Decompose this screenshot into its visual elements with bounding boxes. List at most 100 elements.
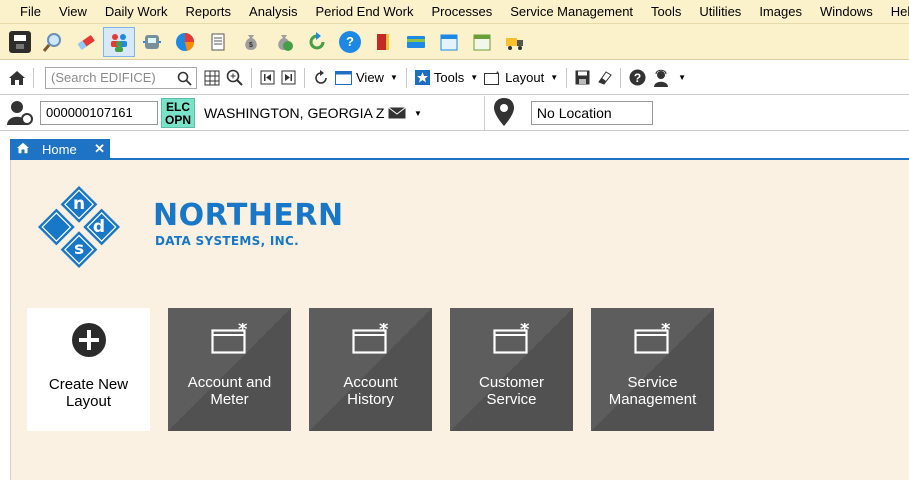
clear-layout-button[interactable] bbox=[593, 66, 615, 90]
window-icon bbox=[335, 70, 352, 85]
magnifier-icon bbox=[42, 31, 64, 53]
menu-bar: File View Daily Work Reports Analysis Pe… bbox=[0, 0, 909, 24]
svg-text:*: * bbox=[661, 323, 671, 340]
icon-toolbar: $ ? bbox=[0, 24, 909, 60]
card-button[interactable] bbox=[400, 27, 432, 57]
logo-name: NORTHERN bbox=[153, 198, 344, 233]
view-menu-button[interactable]: View ▼ bbox=[332, 66, 401, 90]
search-input[interactable]: (Search EDIFICE) bbox=[45, 66, 197, 89]
home-icon[interactable] bbox=[6, 67, 28, 89]
menu-processes[interactable]: Processes bbox=[423, 0, 502, 24]
service-management-label: Service Management bbox=[608, 374, 697, 408]
email-menu-button[interactable]: ▼ bbox=[388, 107, 422, 119]
svg-text:$: $ bbox=[249, 42, 253, 49]
clear-button[interactable] bbox=[70, 27, 102, 57]
plus-circle-icon bbox=[71, 322, 107, 358]
account-and-meter-tile[interactable]: * Account and Meter bbox=[168, 308, 291, 431]
find-button[interactable] bbox=[37, 27, 69, 57]
save-button[interactable] bbox=[4, 27, 36, 57]
report-button[interactable] bbox=[202, 27, 234, 57]
account-history-tile[interactable]: * Account History bbox=[309, 308, 432, 431]
customer-service-label: Customer Service bbox=[478, 374, 545, 408]
refresh-icon bbox=[306, 31, 328, 53]
logo-letter-s: s bbox=[74, 239, 84, 259]
layout-icon: * bbox=[484, 71, 499, 85]
layout-window-icon: * bbox=[492, 322, 531, 358]
eraser-icon bbox=[75, 31, 97, 53]
svg-text:*: * bbox=[379, 323, 389, 340]
customer-service-tile[interactable]: * Customer Service bbox=[450, 308, 573, 431]
help-icon: ? bbox=[339, 30, 361, 53]
help-round-button[interactable]: ? bbox=[626, 66, 649, 90]
customers-button[interactable] bbox=[103, 26, 135, 57]
last-icon bbox=[281, 70, 296, 85]
search-icon[interactable] bbox=[177, 71, 192, 89]
account-and-meter-label: Account and Meter bbox=[187, 374, 272, 408]
reload-icon bbox=[315, 69, 327, 84]
account-number-field[interactable]: 000000107161 bbox=[40, 101, 158, 125]
service-management-tile[interactable]: * Service Management bbox=[591, 308, 714, 431]
status-line-2: OPN bbox=[164, 113, 191, 127]
chevron-down-icon: ▼ bbox=[550, 73, 559, 82]
company-logo: n d s NORTHERN DATA SYSTEMS, INC. bbox=[36, 184, 343, 269]
reload-button[interactable] bbox=[310, 66, 332, 90]
star-icon bbox=[414, 70, 430, 85]
svg-text:?: ? bbox=[634, 71, 641, 85]
last-record-button[interactable] bbox=[278, 66, 299, 90]
notes-button[interactable] bbox=[367, 27, 399, 57]
tab-home-label: Home bbox=[42, 141, 77, 157]
zoom-icon bbox=[226, 69, 243, 86]
payments-button[interactable]: $ bbox=[235, 27, 267, 57]
menu-view[interactable]: View bbox=[50, 0, 96, 24]
question-icon: ? bbox=[629, 69, 646, 86]
chevron-down-icon: ▼ bbox=[414, 108, 422, 118]
layout-menu-button[interactable]: * Layout ▼ bbox=[481, 66, 561, 90]
meter-button[interactable] bbox=[136, 27, 168, 57]
layout-label: Layout bbox=[505, 70, 545, 85]
menu-images[interactable]: Images bbox=[750, 0, 811, 24]
calendar-icon bbox=[438, 31, 460, 53]
tab-home[interactable]: Home ✕ bbox=[10, 139, 110, 159]
user-menu-button[interactable]: ▼ bbox=[649, 66, 689, 90]
menu-tools[interactable]: Tools bbox=[642, 0, 690, 24]
chart-button[interactable] bbox=[169, 27, 201, 57]
customer-lookup-icon[interactable] bbox=[6, 98, 34, 129]
menu-service-management[interactable]: Service Management bbox=[501, 0, 642, 24]
menu-help[interactable]: Help bbox=[882, 0, 909, 24]
menu-windows[interactable]: Windows bbox=[811, 0, 882, 24]
logo-letter-n: n bbox=[73, 194, 85, 214]
first-record-button[interactable] bbox=[257, 66, 278, 90]
location-field[interactable]: No Location bbox=[530, 101, 653, 125]
menu-analysis[interactable]: Analysis bbox=[240, 0, 306, 24]
zoom-button[interactable] bbox=[223, 66, 246, 90]
menu-period-end-work[interactable]: Period End Work bbox=[306, 0, 422, 24]
menu-file[interactable]: File bbox=[17, 0, 50, 24]
grid-button[interactable] bbox=[201, 66, 223, 90]
tools-menu-button[interactable]: Tools ▼ bbox=[412, 66, 481, 90]
eraser-icon bbox=[598, 71, 612, 85]
menu-reports[interactable]: Reports bbox=[177, 0, 241, 24]
save-layout-button[interactable] bbox=[572, 66, 593, 90]
schedule-button[interactable] bbox=[466, 27, 498, 57]
customers-icon bbox=[108, 31, 130, 53]
dispatch-button[interactable] bbox=[499, 27, 531, 57]
book-icon bbox=[372, 31, 394, 53]
menu-daily-work[interactable]: Daily Work bbox=[96, 0, 177, 24]
create-layout-label: Create New Layout bbox=[48, 376, 129, 410]
refresh-button[interactable] bbox=[301, 27, 333, 57]
tools-label: Tools bbox=[433, 70, 465, 85]
location-pin-icon[interactable] bbox=[493, 97, 515, 130]
account-history-label: Account History bbox=[343, 374, 398, 408]
menu-utilities[interactable]: Utilities bbox=[690, 0, 750, 24]
layout-window-icon: * bbox=[210, 322, 249, 358]
close-icon[interactable]: ✕ bbox=[94, 141, 105, 157]
deposits-button[interactable] bbox=[268, 27, 300, 57]
toolbar-separator bbox=[251, 67, 252, 88]
toolbar-separator bbox=[405, 67, 407, 88]
chevron-down-icon: ▼ bbox=[678, 73, 687, 82]
home-icon bbox=[16, 142, 30, 157]
create-layout-tile[interactable]: Create New Layout bbox=[27, 308, 150, 431]
calendar-button[interactable] bbox=[433, 27, 465, 57]
card-icon bbox=[405, 31, 427, 53]
help-button[interactable]: ? bbox=[334, 27, 366, 57]
